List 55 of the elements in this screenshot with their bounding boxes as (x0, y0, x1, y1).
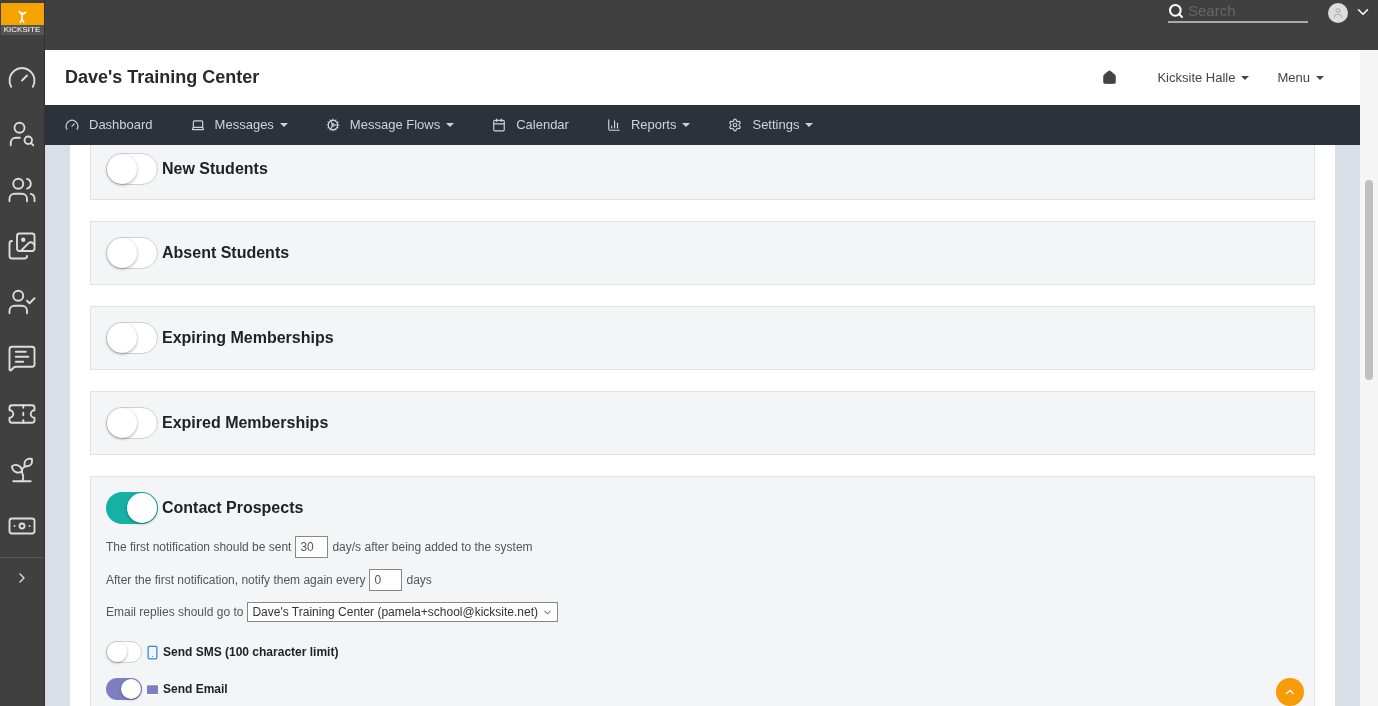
setting-label: day/s after being added to the system (332, 539, 533, 556)
toggle-switch[interactable] (106, 492, 158, 524)
toggle-switch[interactable] (106, 678, 142, 700)
person-search-icon[interactable] (7, 119, 37, 149)
alert-title: Contact Prospects (162, 498, 304, 518)
alert-title: New Students (162, 159, 268, 179)
avatar[interactable] (1328, 3, 1348, 23)
channel-label: Send SMS (100 character limit) (163, 644, 339, 661)
days-input[interactable]: 0 (369, 569, 403, 591)
nav-link[interactable]: Calendar (492, 115, 569, 135)
caret-icon (446, 123, 455, 127)
logo-text: KICKSITE (0, 25, 44, 35)
caret-icon (805, 123, 814, 127)
images-icon[interactable] (7, 231, 37, 261)
alert-title: Expiring Memberships (162, 328, 334, 348)
setting-label: After the first notification, notify them again every (106, 572, 366, 589)
header-link[interactable]: Menu (1277, 67, 1324, 88)
person-check-icon[interactable] (7, 287, 37, 317)
alert-title: Absent Students (162, 243, 290, 263)
nav-link[interactable]: Message Flows (325, 115, 455, 135)
calendar-icon (492, 118, 507, 132)
nav-link[interactable]: Messages (190, 115, 288, 135)
setting-label: days (406, 572, 432, 589)
caret-icon (279, 123, 288, 127)
toggle-switch[interactable] (106, 322, 158, 354)
settings-icon (728, 118, 743, 132)
search-icon (1168, 3, 1184, 19)
caret-icon (682, 123, 691, 127)
gauge-icon (65, 118, 79, 132)
laptop-icon (190, 118, 205, 132)
setting-label: Email replies should go to (106, 604, 244, 621)
nav-link[interactable]: Reports (606, 115, 691, 135)
toggle-switch[interactable] (106, 407, 158, 439)
caret-icon (1316, 76, 1324, 81)
nav-link[interactable]: Dashboard (65, 115, 153, 135)
chat-icon[interactable] (7, 343, 37, 373)
logo[interactable]: KICKSITE (0, 3, 44, 35)
channel-label: Send Email (163, 681, 228, 698)
toggle-switch[interactable] (106, 641, 142, 663)
gears-icon (325, 118, 340, 132)
page-title: Dave's Training Center (65, 66, 261, 89)
toggle-switch[interactable] (106, 237, 158, 269)
home-icon[interactable] (1102, 70, 1118, 85)
alert-title: Expired Memberships (162, 413, 329, 433)
phone-icon (145, 644, 160, 660)
toggle-switch[interactable] (106, 153, 158, 185)
people-icon[interactable] (7, 175, 37, 205)
bar-chart-icon (606, 118, 621, 132)
figure-icon (16, 10, 28, 24)
header-link[interactable]: Kicksite Halle (1157, 67, 1250, 88)
setting-label: The first notification should be sent (106, 539, 292, 556)
days-input[interactable]: 30 (295, 536, 329, 558)
caret-icon (1241, 76, 1250, 81)
nav-link[interactable]: Settings (728, 115, 814, 135)
reply-select[interactable]: Dave's Training Center (pamela+school@kicksite.net) (247, 602, 559, 622)
